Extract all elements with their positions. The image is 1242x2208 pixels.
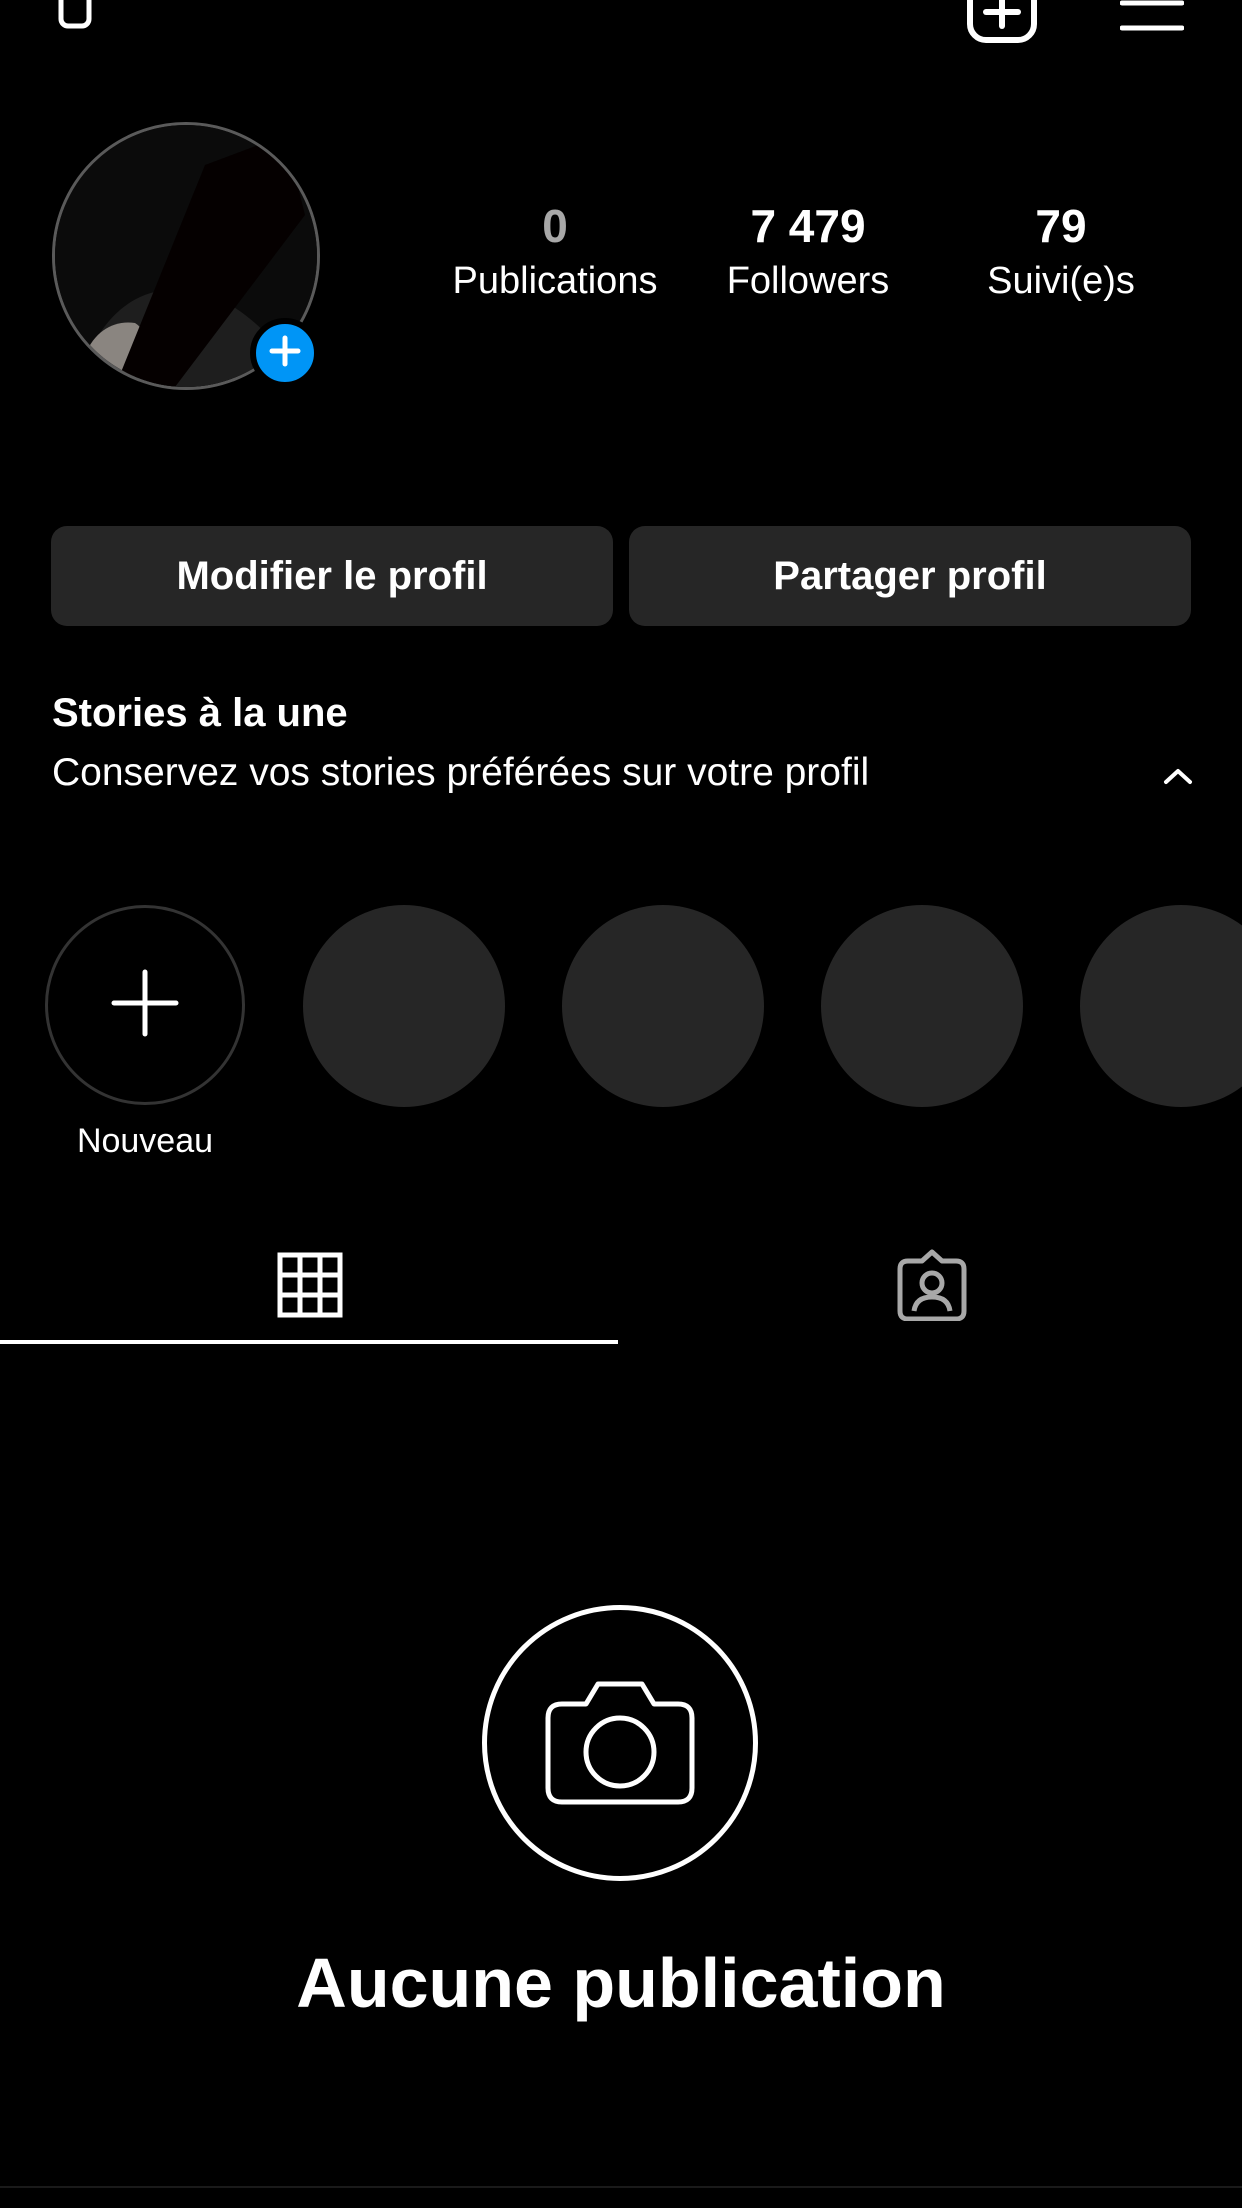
- divider: [0, 2186, 1242, 2188]
- threads-icon[interactable]: [58, 0, 94, 30]
- plus-icon: [110, 968, 180, 1043]
- active-tab-indicator: [0, 1340, 618, 1344]
- stat-following[interactable]: 79 Suivi(e)s: [941, 196, 1181, 306]
- chevron-up-icon[interactable]: [1160, 762, 1196, 790]
- stat-value: 7 479: [750, 200, 866, 252]
- stat-publications: 0 Publications: [435, 196, 675, 306]
- grid-icon: [277, 1252, 343, 1323]
- camera-icon: [542, 1674, 698, 1813]
- new-highlight-label: Nouveau: [76, 1122, 214, 1160]
- new-highlight-button[interactable]: [45, 905, 245, 1105]
- highlight-placeholder: [562, 905, 764, 1107]
- highlight-placeholder: [821, 905, 1023, 1107]
- highlight-placeholder: [1080, 905, 1242, 1107]
- tab-tagged[interactable]: [622, 1230, 1242, 1344]
- plus-icon: [268, 334, 302, 373]
- stat-label: Publications: [452, 260, 658, 302]
- create-post-icon[interactable]: [966, 0, 1038, 44]
- stat-label: Suivi(e)s: [987, 260, 1135, 302]
- share-profile-button[interactable]: Partager profil: [629, 526, 1191, 626]
- empty-state-title: Aucune publication: [296, 1944, 946, 2022]
- add-story-avatar-button[interactable]: [250, 318, 320, 388]
- stat-value: 0: [542, 200, 568, 252]
- highlights-subtitle: Conservez vos stories préférées sur votr…: [52, 751, 870, 794]
- stat-label: Followers: [726, 260, 890, 302]
- empty-state-camera: [482, 1605, 758, 1881]
- tagged-person-icon: [896, 1249, 968, 1326]
- highlights-title: Stories à la une: [52, 691, 348, 735]
- stat-followers[interactable]: 7 479 Followers: [688, 196, 928, 306]
- tab-grid[interactable]: [0, 1230, 620, 1344]
- highlight-placeholder: [303, 905, 505, 1107]
- hamburger-menu-icon[interactable]: [1119, 0, 1185, 36]
- edit-profile-button[interactable]: Modifier le profil: [51, 526, 613, 626]
- stat-value: 79: [1035, 200, 1087, 252]
